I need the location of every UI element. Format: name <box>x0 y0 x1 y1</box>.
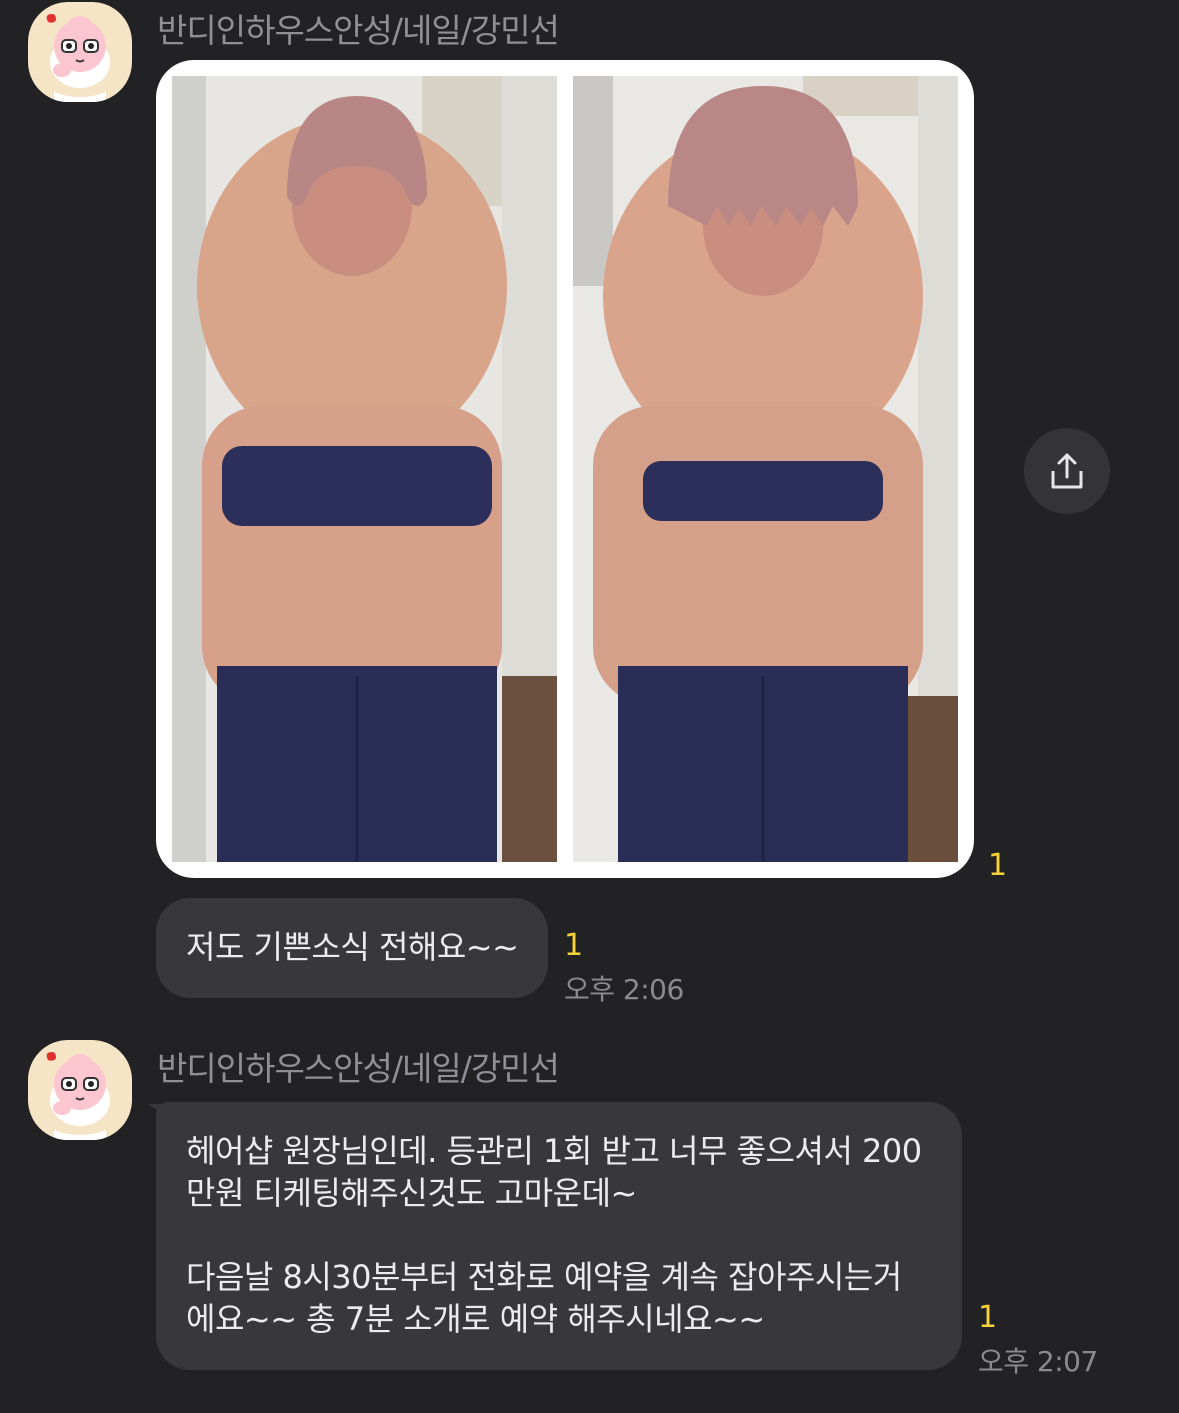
message-bubble[interactable]: 헤어샵 원장님인데. 등관리 1회 받고 너무 좋으셔서 200 만원 티케팅해… <box>156 1102 962 1370</box>
message-time: 오후 2:07 <box>978 1345 1098 1378</box>
message-bubble[interactable]: 저도 기쁜소식 전해요~~ <box>156 898 548 998</box>
peach-character-avatar-icon <box>46 1052 110 1140</box>
message-line <box>186 1214 922 1256</box>
photo-message[interactable] <box>156 60 974 878</box>
sender-name: 반디인하우스안성/네일/강민선 <box>157 1049 560 1088</box>
share-upload-icon <box>1051 453 1083 489</box>
message-text: 저도 기쁜소식 전해요~~ <box>186 928 519 966</box>
unread-count: 1 <box>978 1300 998 1335</box>
peach-character-avatar-icon <box>46 14 110 102</box>
before-photo[interactable] <box>172 76 557 862</box>
message-line: 에요~~ 총 7분 소개로 예약 해주시네요~~ <box>186 1300 765 1338</box>
sender-avatar[interactable] <box>28 2 132 102</box>
after-photo[interactable] <box>573 76 958 862</box>
message-line: 다음날 8시30분부터 전화로 예약을 계속 잡아주시는거 <box>186 1258 902 1296</box>
sender-name: 반디인하우스안성/네일/강민선 <box>157 11 560 50</box>
sender-avatar[interactable] <box>28 1040 132 1140</box>
unread-count: 1 <box>564 928 584 963</box>
message-line: 만원 티케팅해주신것도 고마운데~ <box>186 1174 637 1212</box>
image-unread-count: 1 <box>988 848 1008 883</box>
message-time: 오후 2:06 <box>564 973 684 1006</box>
share-button[interactable] <box>1024 428 1110 514</box>
message-line: 헤어샵 원장님인데. 등관리 1회 받고 너무 좋으셔서 200 <box>186 1132 922 1170</box>
